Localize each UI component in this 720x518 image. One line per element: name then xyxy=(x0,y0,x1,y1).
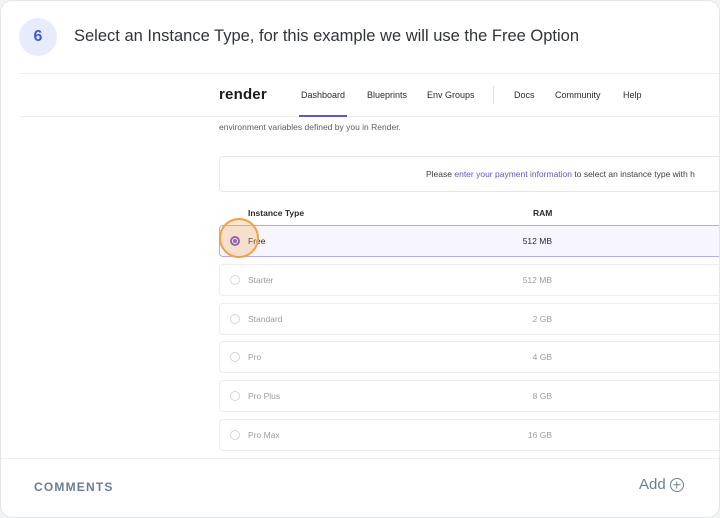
instance-row-free[interactable]: Free 512 MB ( xyxy=(219,225,719,257)
instance-row-starter[interactable]: Starter 512 MB 0 xyxy=(219,264,719,296)
instance-name: Pro Max xyxy=(248,430,280,440)
add-label: Add xyxy=(639,476,666,493)
instance-ram: 4 GB xyxy=(532,352,552,362)
instance-ram: 2 GB xyxy=(532,314,552,324)
radio-pro-max[interactable] xyxy=(230,430,240,440)
screenshot-panel: render Dashboard Blueprints Env Groups D… xyxy=(19,73,719,458)
add-comment-button[interactable]: Add xyxy=(639,476,684,493)
footer-divider xyxy=(1,458,719,459)
step-card: 6 Select an Instance Type, for this exam… xyxy=(0,0,720,518)
render-navbar: render Dashboard Blueprints Env Groups D… xyxy=(19,74,719,117)
instance-row-pro[interactable]: Pro 4 GB xyxy=(219,341,719,373)
render-logo[interactable]: render xyxy=(219,86,267,103)
comments-label: COMMENTS xyxy=(34,480,114,494)
step-number-badge: 6 xyxy=(19,18,57,56)
step-instruction: Select an Instance Type, for this exampl… xyxy=(74,27,580,45)
nav-docs[interactable]: Docs xyxy=(514,90,535,100)
instance-name: Starter xyxy=(248,275,274,285)
instance-row-standard[interactable]: Standard 2 GB xyxy=(219,303,719,335)
instance-name: Standard xyxy=(248,314,283,324)
instance-ram: 8 GB xyxy=(532,391,552,401)
header-ram: RAM xyxy=(533,208,553,218)
radio-starter[interactable] xyxy=(230,275,240,285)
payment-notice-after: to select an instance type with h xyxy=(572,169,695,179)
radio-pro-plus[interactable] xyxy=(230,391,240,401)
instance-name: Pro xyxy=(248,352,262,362)
nav-community[interactable]: Community xyxy=(555,90,601,100)
nav-blueprints[interactable]: Blueprints xyxy=(367,90,407,100)
instance-row-pro-plus[interactable]: Pro Plus 8 GB xyxy=(219,380,719,412)
payment-notice: Please enter your payment information to… xyxy=(426,169,695,179)
payment-notice-before: Please xyxy=(426,169,455,179)
nav-dashboard[interactable]: Dashboard xyxy=(298,90,348,117)
plus-circle-icon xyxy=(669,477,684,492)
header-instance-type: Instance Type xyxy=(248,208,305,218)
nav-help[interactable]: Help xyxy=(623,90,642,100)
instance-name: Pro Plus xyxy=(248,391,281,401)
click-highlight-marker xyxy=(219,218,259,258)
instance-ram: 16 GB xyxy=(527,430,552,440)
instance-row-pro-max[interactable]: Pro Max 16 GB xyxy=(219,419,719,451)
nav-env-groups[interactable]: Env Groups xyxy=(427,90,475,100)
instance-ram: 512 MB xyxy=(522,275,552,285)
instance-ram: 512 MB xyxy=(522,236,552,246)
payment-info-link[interactable]: enter your payment information xyxy=(454,169,572,179)
radio-pro[interactable] xyxy=(230,352,240,362)
nav-separator xyxy=(493,86,494,104)
env-variables-text: environment variables defined by you in … xyxy=(219,122,401,132)
radio-standard[interactable] xyxy=(230,314,240,324)
payment-notice-box: Please enter your payment information to… xyxy=(219,156,719,192)
